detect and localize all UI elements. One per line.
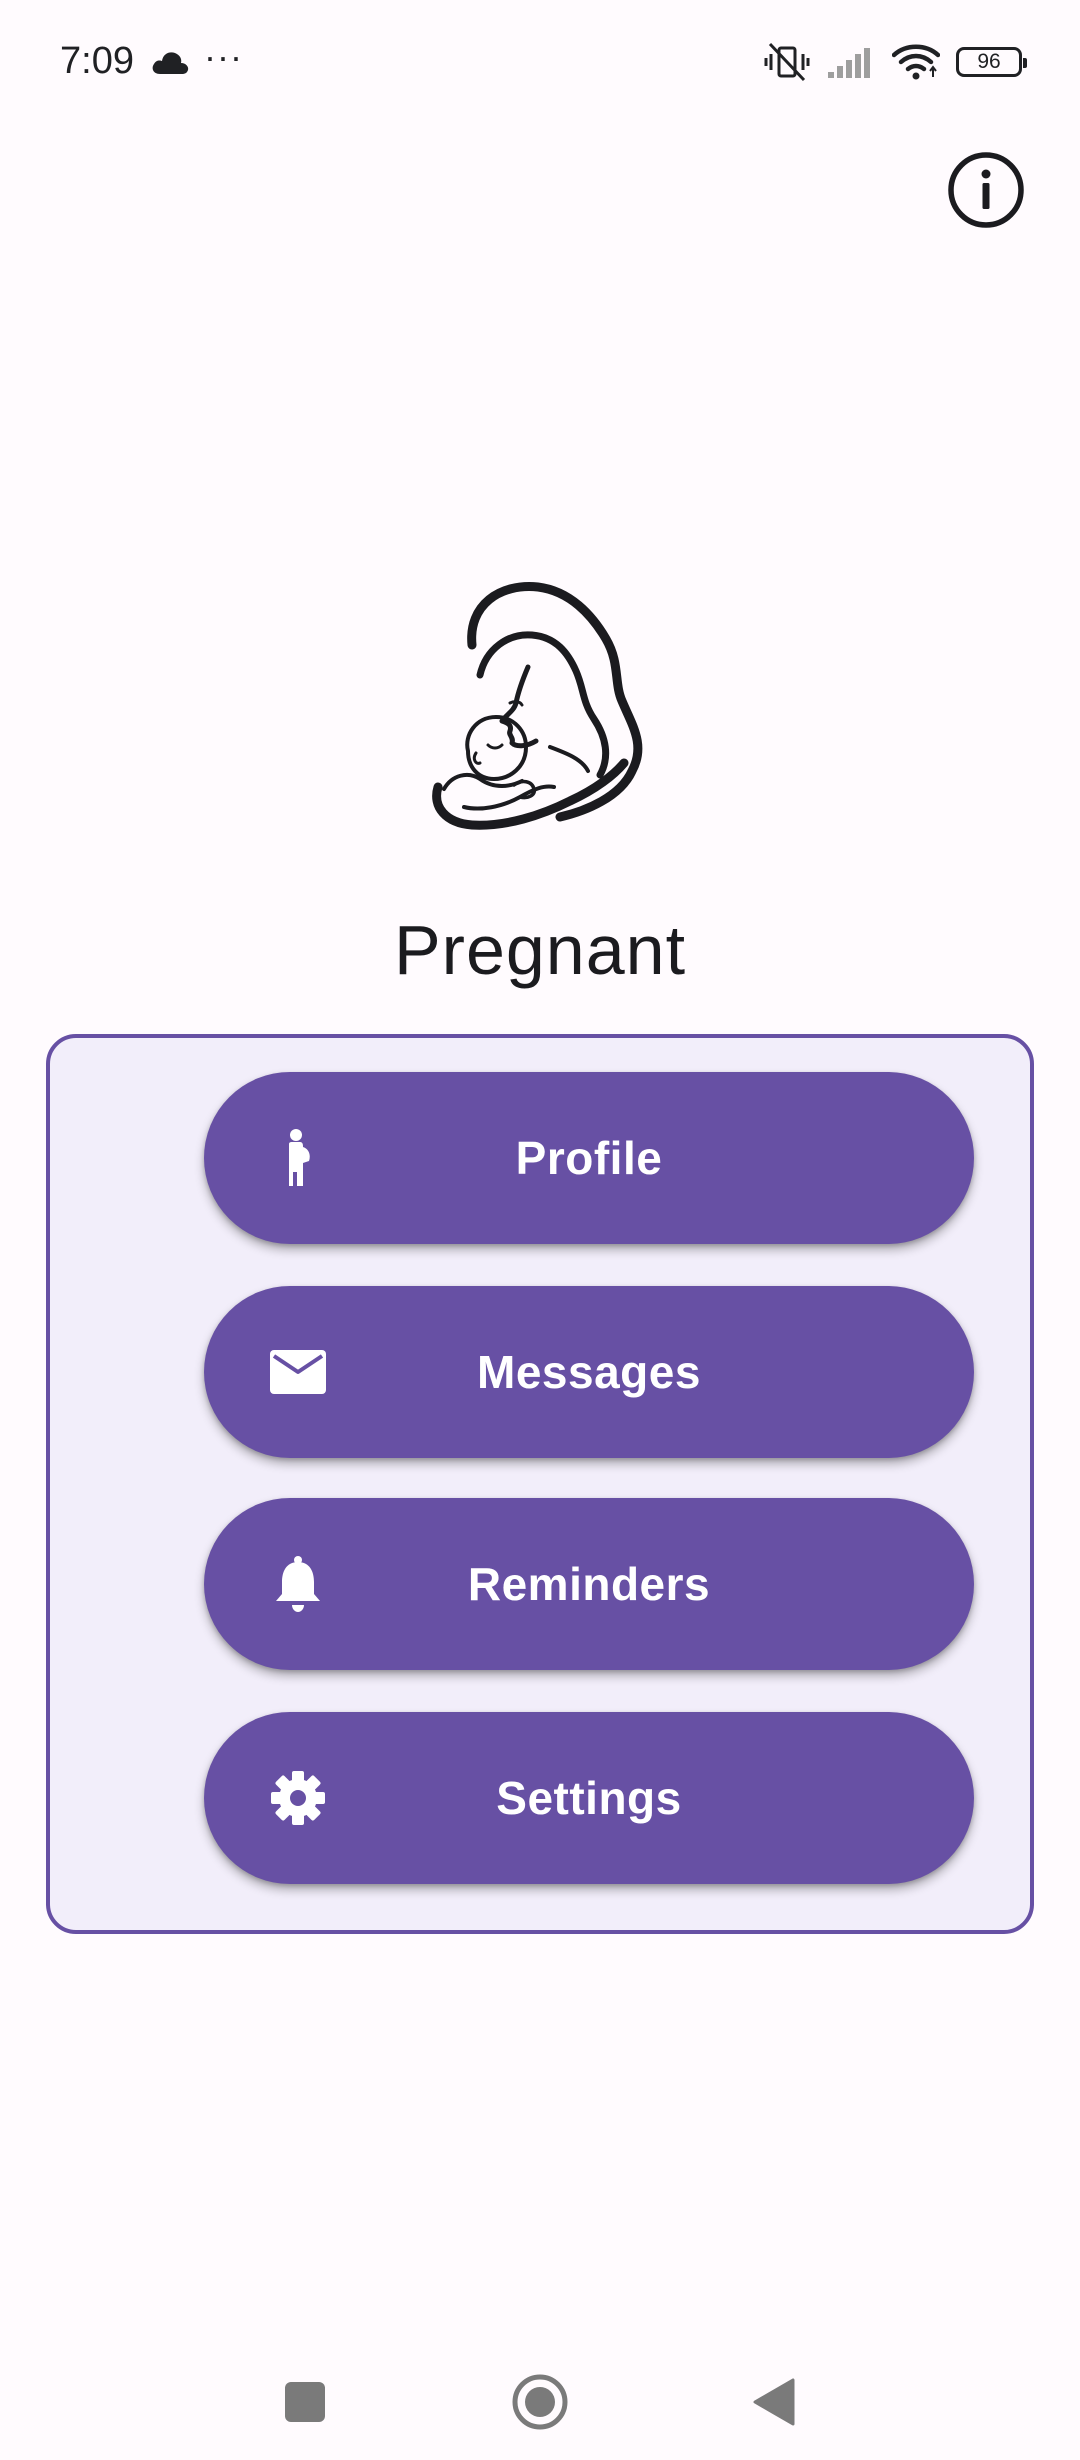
wifi-icon (892, 43, 940, 81)
square-icon (285, 2382, 325, 2422)
status-bar: 7:09 ··· 96 (0, 0, 1080, 130)
profile-button-label: Profile (515, 1132, 663, 1184)
navigation-bar (0, 2340, 1080, 2460)
status-icons: 96 (764, 40, 1027, 84)
reminders-button[interactable]: Reminders (204, 1498, 974, 1670)
info-button[interactable] (946, 150, 1026, 230)
mother-baby-logo (410, 575, 670, 865)
profile-button[interactable]: Profile (204, 1072, 974, 1244)
status-time: 7:09 (60, 40, 134, 82)
settings-button[interactable]: Settings (204, 1712, 974, 1884)
cloud-icon (150, 48, 190, 76)
messages-button[interactable]: Messages (204, 1286, 974, 1458)
circle-icon (512, 2374, 568, 2430)
battery-icon: 96 (956, 47, 1027, 77)
menu-card: Profile Messages Reminders Settings (46, 1034, 1034, 1934)
app-title: Pregnant (393, 911, 687, 989)
reminders-button-label: Reminders (467, 1558, 711, 1610)
settings-button-label: Settings (496, 1772, 682, 1824)
back-triangle-icon (753, 2378, 795, 2426)
more-notifications-indicator: ··· (204, 36, 243, 77)
home-button[interactable] (504, 2366, 576, 2438)
info-icon (948, 152, 1024, 228)
recents-button[interactable] (269, 2366, 341, 2438)
messages-button-label: Messages (477, 1346, 701, 1398)
vibrate-off-icon (764, 42, 810, 82)
back-button[interactable] (738, 2366, 810, 2438)
signal-icon (826, 44, 876, 80)
